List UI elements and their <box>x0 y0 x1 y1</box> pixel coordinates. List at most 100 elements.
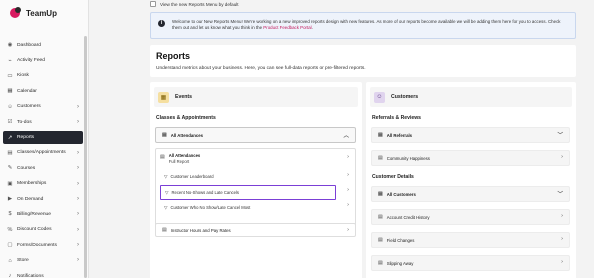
sidebar-item-courses[interactable]: ✎ Courses › <box>3 162 83 174</box>
filter-icon: ▽ <box>164 173 168 179</box>
chevron-right-icon: › <box>77 257 79 264</box>
account-credit-label: Account Credit History <box>386 214 430 220</box>
customer-leaderboard-label: Customer Leaderboard <box>170 174 214 179</box>
chevron-up-icon: ︿ <box>343 133 349 139</box>
all-referrals-toggle[interactable]: ▤ All Referrals ﹀ <box>371 127 570 143</box>
customer-leaderboard-item[interactable]: ▽ Customer Leaderboard <box>160 171 214 182</box>
sidebar-item-label: Discount Codes <box>17 227 52 233</box>
sidebar-scrollbar[interactable] <box>84 36 87 278</box>
sidebar: TeamUp ◉ Dashboard ⌁ Activity Feed ▭ Kiosk ▦ Ca… <box>0 0 89 278</box>
sidebar-item-label: Billing/Revenue <box>17 211 51 217</box>
notifications-icon: ♪ <box>8 273 12 278</box>
full-report-item[interactable]: ▤ All Attendances Full Report <box>160 153 200 167</box>
sidebar-item-label: Courses <box>17 165 36 171</box>
classes-appointments-heading: Classes & Appointments <box>156 115 216 121</box>
sidebar-item-dashboard[interactable]: ◉ Dashboard <box>3 39 83 51</box>
kiosk-icon: ▭ <box>7 72 13 79</box>
chevron-right-icon[interactable]: › <box>347 172 349 178</box>
all-attendances-label: All Attendances <box>170 132 204 138</box>
banner-message: Welcome to our New Reports Menu! We're w… <box>172 19 561 30</box>
recent-noshows-item[interactable]: ▽ Recent No-Shows and Late Cancels <box>160 185 336 200</box>
default-menu-checkbox[interactable] <box>150 1 156 7</box>
discount-codes-icon: % <box>7 226 13 233</box>
full-report-sub: Full Report <box>168 159 190 164</box>
most-noshows-item[interactable]: ▽ Customer Who No Show/Late Cancel Most <box>160 202 250 213</box>
brand-logo[interactable]: TeamUp <box>10 6 57 20</box>
on-demand-icon: ▶ <box>7 196 13 203</box>
chevron-right-icon: › <box>77 180 79 187</box>
filter-icon: ▽ <box>165 189 169 195</box>
report-icon: ▤ <box>378 191 383 197</box>
sidebar-item-classes-appointments[interactable]: ▤ Classes/Appointments › <box>3 147 83 159</box>
sidebar-item-notifications[interactable]: ♪ Notifications <box>3 270 83 278</box>
chevron-right-icon: › <box>77 165 79 172</box>
most-noshows-label: Customer Who No Show/Late Cancel Most <box>170 205 251 210</box>
info-icon: i <box>158 20 165 27</box>
store-icon: ⌂ <box>8 257 12 264</box>
chevron-right-icon: › <box>561 213 563 219</box>
sidebar-item-label: Store <box>17 258 29 264</box>
sidebar-item-label: Memberships <box>17 181 47 187</box>
account-credit-item[interactable]: ▤ Account Credit History › <box>371 209 570 225</box>
all-customers-toggle[interactable]: ▤ All Customers ﹀ <box>371 186 570 202</box>
community-happiness-label: Community Happiness <box>386 155 430 161</box>
default-menu-toggle[interactable]: View the new Reports Menu by default <box>150 0 239 8</box>
sidebar-item-memberships[interactable]: ▣ Memberships › <box>3 178 83 190</box>
sidebar-item-label: On Demand <box>17 196 44 202</box>
sidebar-item-on-demand[interactable]: ▶ On Demand › <box>3 193 83 205</box>
sidebar-item-label: Dashboard <box>17 42 41 48</box>
chevron-right-icon[interactable]: › <box>347 154 349 160</box>
report-icon: ▤ <box>378 260 383 266</box>
dashboard-icon: ◉ <box>7 42 13 49</box>
report-icon: ▤ <box>378 132 383 138</box>
sidebar-item-activity-feed[interactable]: ⌁ Activity Feed <box>3 54 83 66</box>
chevron-right-icon: › <box>561 259 563 265</box>
info-banner: i Welcome to our New Reports Menu! We're… <box>150 12 576 39</box>
sidebar-item-billing-revenue[interactable]: $ Billing/Revenue › <box>3 208 83 220</box>
chevron-right-icon[interactable]: › <box>347 187 349 193</box>
billing-revenue-icon: $ <box>8 211 12 218</box>
sidebar-item-store[interactable]: ⌂ Store › <box>3 254 83 266</box>
sidebar-item-reports[interactable]: ↗ Reports <box>3 131 83 144</box>
banner-text: Welcome to our New Reports Menu! We're w… <box>172 19 567 31</box>
sidebar-item-to-dos[interactable]: ☑ To-dos › <box>3 116 83 128</box>
instructor-hours-item[interactable]: ▤ Instructor Hours and Pay Rates › <box>155 223 356 237</box>
activity-feed-icon: ⌁ <box>8 57 12 64</box>
sidebar-item-label: Activity Feed <box>17 58 45 64</box>
feedback-portal-link[interactable]: Product Feedback Portal <box>263 25 311 30</box>
all-customers-label: All Customers <box>386 191 416 197</box>
sidebar-item-label: Reports <box>17 135 35 141</box>
sidebar-item-kiosk[interactable]: ▭ Kiosk <box>3 70 83 82</box>
instructor-hours-label: Instructor Hours and Pay Rates <box>170 227 231 233</box>
events-title: Events <box>175 94 193 100</box>
sidebar-nav: ◉ Dashboard ⌁ Activity Feed ▭ Kiosk ▦ Calendar ☺… <box>3 39 83 278</box>
community-happiness-item[interactable]: ▤ Community Happiness › <box>371 150 570 166</box>
sidebar-item-calendar[interactable]: ▦ Calendar <box>3 85 83 97</box>
teamup-logo-icon <box>10 6 23 20</box>
report-icon: ▤ <box>162 227 167 233</box>
customers-title: Customers <box>391 94 419 100</box>
page-title: Reports <box>156 51 191 61</box>
referrals-reviews-heading: Referrals & Reviews <box>372 115 421 121</box>
sidebar-item-customers[interactable]: ☺ Customers › <box>3 101 83 113</box>
recent-noshows-label: Recent No-Shows and Late Cancels <box>171 190 239 195</box>
all-attendances-toggle[interactable]: ▤ All Attendances ︿ <box>155 127 356 143</box>
events-panel: ▦ Events Classes & Appointments ▤ All At… <box>150 82 362 278</box>
customers-icon: ☺ <box>7 103 13 110</box>
chevron-right-icon: › <box>77 103 79 110</box>
field-changes-item[interactable]: ▤ Field Changes › <box>371 232 570 248</box>
chevron-right-icon: › <box>347 227 349 233</box>
report-icon: ▤ <box>378 155 383 161</box>
slipping-away-item[interactable]: ▤ Slipping Away › <box>371 255 570 271</box>
report-icon: ▤ <box>378 214 383 220</box>
default-menu-label: View the new Reports Menu by default <box>160 1 239 7</box>
sidebar-item-forms-documents[interactable]: ▢ Forms/Documents › <box>3 239 83 251</box>
calendar-icon: ▦ <box>158 91 169 103</box>
sidebar-item-label: Kiosk <box>17 73 29 79</box>
sidebar-item-discount-codes[interactable]: % Discount Codes › <box>3 224 83 236</box>
events-header: ▦ Events <box>154 87 358 107</box>
chevron-right-icon[interactable]: › <box>347 202 349 208</box>
page-subtitle: Understand metrics about your business. … <box>156 66 366 71</box>
sidebar-item-label: Notifications <box>17 273 44 278</box>
sidebar-item-label: Forms/Documents <box>17 242 57 248</box>
